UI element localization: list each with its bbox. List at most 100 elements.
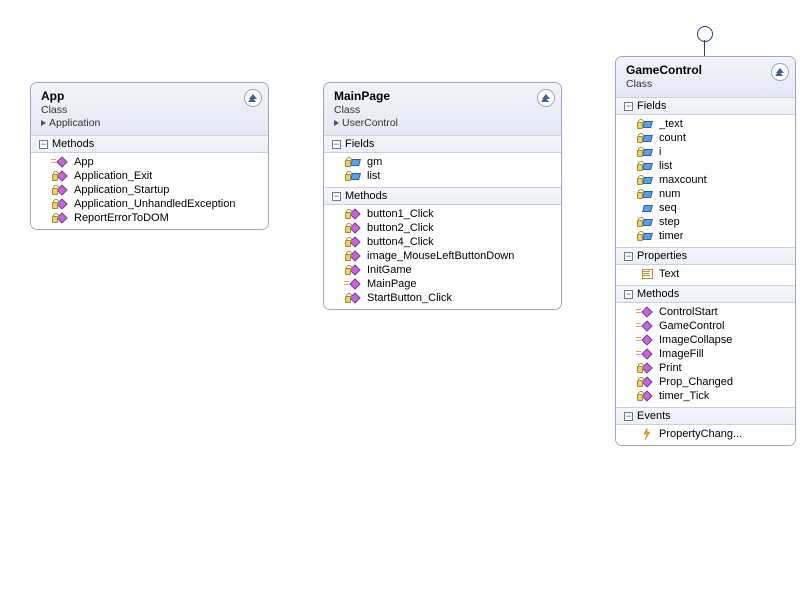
collapse-toggle-icon[interactable]: −	[624, 102, 633, 111]
member-item[interactable]: _text	[616, 117, 795, 131]
collapse-toggle-icon[interactable]: −	[624, 290, 633, 299]
member-item[interactable]: PropertyChang...	[616, 427, 795, 441]
collapse-button[interactable]	[771, 63, 789, 81]
member-item[interactable]: list	[616, 159, 795, 173]
member-item[interactable]: timer_Tick	[616, 389, 795, 403]
interface-lollipop-stem	[704, 40, 705, 56]
member-item[interactable]: timer	[616, 229, 795, 243]
member-item[interactable]: button1_Click	[324, 207, 561, 221]
method-private-icon	[640, 390, 654, 402]
member-label: StartButton_Click	[367, 292, 452, 304]
section-header-properties[interactable]: − Properties	[616, 247, 795, 265]
member-item[interactable]: i	[616, 145, 795, 159]
member-item[interactable]: num	[616, 187, 795, 201]
members-list: PropertyChang...	[616, 425, 795, 445]
field-private-icon	[640, 146, 654, 158]
class-box-app[interactable]: App Class Application − Methods App Appl…	[30, 82, 269, 230]
field-private-icon	[640, 216, 654, 228]
member-item[interactable]: Application_UnhandledException	[31, 197, 268, 211]
member-item[interactable]: Application_Startup	[31, 183, 268, 197]
member-item[interactable]: count	[616, 131, 795, 145]
method-private-icon	[348, 208, 362, 220]
section-header-methods[interactable]: − Methods	[324, 187, 561, 205]
collapse-button[interactable]	[244, 89, 262, 107]
member-label: num	[659, 188, 680, 200]
member-item[interactable]: Text	[616, 267, 795, 281]
member-label: step	[659, 216, 680, 228]
member-item[interactable]: ImageFill	[616, 347, 795, 361]
member-item[interactable]: button2_Click	[324, 221, 561, 235]
collapse-toggle-icon[interactable]: −	[624, 252, 633, 261]
field-private-icon	[640, 132, 654, 144]
collapse-toggle-icon[interactable]: −	[332, 140, 341, 149]
section-header-methods[interactable]: − Methods	[616, 285, 795, 303]
member-label: list	[367, 170, 380, 182]
class-title: GameControl	[626, 63, 787, 77]
members-list: _text count i list maxcount num seq step…	[616, 115, 795, 247]
member-label: Application_UnhandledException	[74, 198, 235, 210]
section-header-events[interactable]: − Events	[616, 407, 795, 425]
class-header-app[interactable]: App Class Application	[31, 83, 268, 135]
member-item[interactable]: gm	[324, 155, 561, 169]
member-item[interactable]: App	[31, 155, 268, 169]
member-item[interactable]: StartButton_Click	[324, 291, 561, 305]
field-private-icon	[640, 118, 654, 130]
member-item[interactable]: GameControl	[616, 319, 795, 333]
event-icon	[640, 428, 654, 440]
section-header-fields[interactable]: − Fields	[616, 97, 795, 115]
members-list: App Application_Exit Application_Startup…	[31, 153, 268, 229]
class-title: MainPage	[334, 89, 553, 103]
member-label: App	[74, 156, 94, 168]
field-private-icon	[348, 170, 362, 182]
collapse-toggle-icon[interactable]: −	[332, 192, 341, 201]
class-inherits: Application	[41, 117, 260, 129]
members-list: ControlStart GameControl ImageCollapse I…	[616, 303, 795, 407]
class-stereotype: Class	[334, 103, 553, 117]
class-stereotype: Class	[626, 77, 787, 91]
method-private-icon	[55, 184, 69, 196]
method-private-icon	[55, 170, 69, 182]
member-item[interactable]: InitGame	[324, 263, 561, 277]
member-item[interactable]: step	[616, 215, 795, 229]
member-item[interactable]: Print	[616, 361, 795, 375]
chevron-up-icon	[249, 94, 257, 99]
member-label: ImageCollapse	[659, 334, 732, 346]
section-header-methods[interactable]: − Methods	[31, 135, 268, 153]
collapse-toggle-icon[interactable]: −	[39, 140, 48, 149]
method-private-icon	[55, 198, 69, 210]
class-header-gamecontrol[interactable]: GameControl Class	[616, 57, 795, 97]
member-label: ReportErrorToDOM	[74, 212, 169, 224]
section-header-fields[interactable]: − Fields	[324, 135, 561, 153]
member-label: button4_Click	[367, 236, 434, 248]
collapse-button[interactable]	[537, 89, 555, 107]
method-private-icon	[348, 222, 362, 234]
member-label: seq	[659, 202, 677, 214]
class-box-gamecontrol[interactable]: GameControl Class − Fields _text count i…	[615, 56, 796, 446]
section-title: Methods	[637, 288, 679, 300]
member-item[interactable]: button4_Click	[324, 235, 561, 249]
member-item[interactable]: ImageCollapse	[616, 333, 795, 347]
method-icon	[640, 320, 654, 332]
member-item[interactable]: MainPage	[324, 277, 561, 291]
method-icon	[640, 334, 654, 346]
member-label: Application_Exit	[74, 170, 152, 182]
class-box-mainpage[interactable]: MainPage Class UserControl − Fields gm l…	[323, 82, 562, 310]
class-header-mainpage[interactable]: MainPage Class UserControl	[324, 83, 561, 135]
member-item[interactable]: image_MouseLeftButtonDown	[324, 249, 561, 263]
member-label: _text	[659, 118, 683, 130]
field-private-icon	[640, 174, 654, 186]
member-item[interactable]: list	[324, 169, 561, 183]
member-item[interactable]: maxcount	[616, 173, 795, 187]
inherit-arrow-icon	[334, 120, 339, 126]
member-item[interactable]: ReportErrorToDOM	[31, 211, 268, 225]
member-item[interactable]: Application_Exit	[31, 169, 268, 183]
members-list: gm list	[324, 153, 561, 187]
member-label: MainPage	[367, 278, 417, 290]
member-label: timer	[659, 230, 683, 242]
member-item[interactable]: ControlStart	[616, 305, 795, 319]
member-item[interactable]: seq	[616, 201, 795, 215]
member-label: PropertyChang...	[659, 428, 742, 440]
method-private-icon	[640, 376, 654, 388]
member-item[interactable]: Prop_Changed	[616, 375, 795, 389]
collapse-toggle-icon[interactable]: −	[624, 412, 633, 421]
